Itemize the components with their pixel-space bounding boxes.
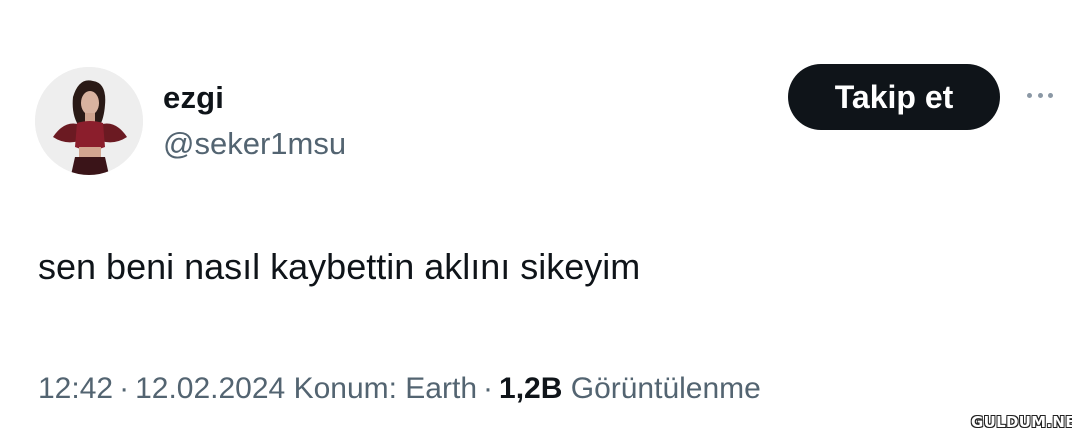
more-options-icon[interactable] xyxy=(1027,90,1053,100)
tweet-time[interactable]: 12:42 xyxy=(38,372,113,405)
follow-button[interactable]: Takip et xyxy=(788,64,1000,130)
display-name[interactable]: ezgi xyxy=(163,80,224,116)
user-handle[interactable]: @seker1msu xyxy=(163,126,346,162)
views-count: 1,2B xyxy=(499,372,563,405)
dot xyxy=(1027,92,1032,98)
separator: · xyxy=(483,372,494,405)
separator: · xyxy=(119,372,130,405)
dot xyxy=(1037,92,1043,98)
avatar-image xyxy=(35,67,143,175)
views-label: Görüntülenme xyxy=(570,372,761,405)
tweet-text: sen beni nasıl kaybettin aklını sikeyim xyxy=(38,246,641,287)
tweet-location: Konum: Earth xyxy=(293,372,478,405)
tweet-meta: 12:42 · 12.02.2024 Konum: Earth · 1,2B Görün… xyxy=(38,369,761,409)
avatar[interactable] xyxy=(35,67,143,175)
tweet-date[interactable]: 12.02.2024 xyxy=(135,372,285,405)
dot xyxy=(1048,92,1053,98)
watermark: GULDUM.NET xyxy=(971,413,1072,431)
